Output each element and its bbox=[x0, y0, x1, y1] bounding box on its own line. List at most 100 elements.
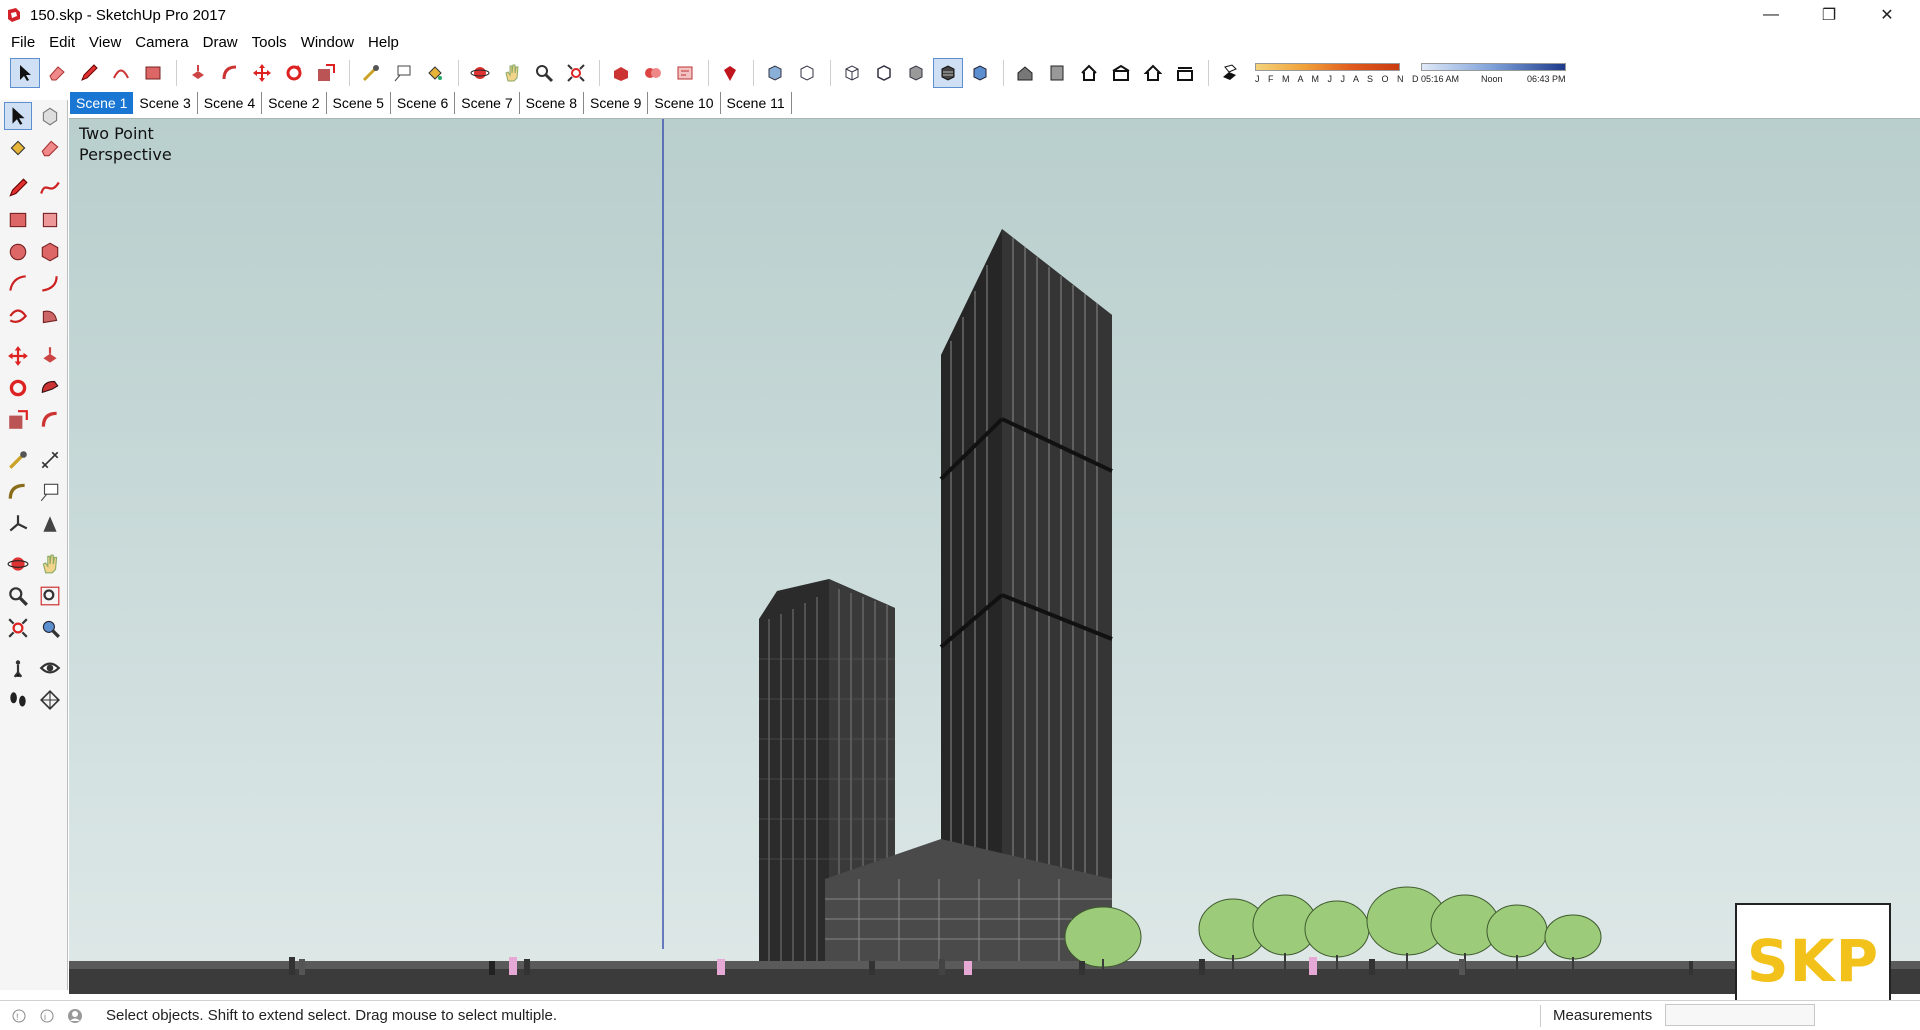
scale-tool-button[interactable] bbox=[4, 406, 32, 434]
arc-tool-button[interactable] bbox=[106, 58, 136, 88]
tab-scene-6[interactable]: Scene 6 bbox=[391, 92, 456, 114]
eraser-tool-button[interactable] bbox=[42, 58, 72, 88]
two-point-arc-button[interactable] bbox=[36, 270, 64, 298]
move-tool-button[interactable] bbox=[4, 342, 32, 370]
top-view-button[interactable] bbox=[1042, 58, 1072, 88]
offset-tool-button[interactable] bbox=[215, 58, 245, 88]
previous-view-button[interactable] bbox=[36, 614, 64, 642]
circle-tool-button[interactable] bbox=[4, 238, 32, 266]
rotate-tool-button[interactable] bbox=[4, 374, 32, 402]
orbit-button[interactable] bbox=[465, 58, 495, 88]
shadow-month-slider[interactable]: J F M A M J J A S O N D bbox=[1255, 58, 1419, 88]
user-account-icon[interactable] bbox=[66, 1007, 84, 1025]
dimension-tool-button[interactable] bbox=[36, 446, 64, 474]
menu-file[interactable]: File bbox=[4, 34, 42, 51]
rotate-tool-button[interactable] bbox=[279, 58, 309, 88]
shadow-time-slider[interactable]: 05:16 AM Noon 06:43 PM bbox=[1421, 58, 1571, 88]
geo-location-icon[interactable]: ! bbox=[10, 1007, 28, 1025]
zoom-button[interactable] bbox=[4, 582, 32, 610]
tab-scene-8[interactable]: Scene 8 bbox=[520, 92, 584, 114]
zoom-button[interactable] bbox=[529, 58, 559, 88]
tab-scene-7[interactable]: Scene 7 bbox=[455, 92, 520, 114]
select-tool-button[interactable] bbox=[10, 58, 40, 88]
tab-scene-3[interactable]: Scene 3 bbox=[133, 92, 198, 114]
scale-tool-button[interactable] bbox=[311, 58, 341, 88]
shaded-style-button[interactable] bbox=[901, 58, 931, 88]
rectangle-tool-button[interactable] bbox=[138, 58, 168, 88]
three-point-arc-button[interactable] bbox=[4, 302, 32, 330]
right-view-button[interactable] bbox=[1106, 58, 1136, 88]
push-pull-button[interactable] bbox=[183, 58, 213, 88]
position-camera-button[interactable] bbox=[4, 654, 32, 682]
close-button[interactable]: ✕ bbox=[1858, 0, 1916, 30]
menu-window[interactable]: Window bbox=[294, 34, 361, 51]
tab-scene-1[interactable]: Scene 1 bbox=[70, 92, 134, 114]
line-tool-button[interactable] bbox=[4, 174, 32, 202]
back-edges-button[interactable] bbox=[792, 58, 822, 88]
move-tool-button[interactable] bbox=[247, 58, 277, 88]
select-tool-button[interactable] bbox=[4, 102, 32, 130]
eraser-tool-button[interactable] bbox=[36, 134, 64, 162]
walk-button[interactable] bbox=[4, 686, 32, 714]
display-shadows-button[interactable] bbox=[1215, 58, 1245, 88]
follow-me-button[interactable] bbox=[36, 374, 64, 402]
minimize-button[interactable]: — bbox=[1742, 0, 1800, 30]
credits-icon[interactable]: i bbox=[38, 1007, 56, 1025]
protractor-button[interactable] bbox=[4, 478, 32, 506]
tab-scene-2[interactable]: Scene 2 bbox=[262, 92, 327, 114]
freehand-tool-button[interactable] bbox=[36, 174, 64, 202]
section-plane-button[interactable] bbox=[36, 686, 64, 714]
zoom-extents-button[interactable] bbox=[4, 614, 32, 642]
time-slider-track[interactable] bbox=[1421, 63, 1566, 71]
month-slider-track[interactable] bbox=[1255, 63, 1400, 71]
tab-scene-9[interactable]: Scene 9 bbox=[584, 92, 649, 114]
tab-scene-10[interactable]: Scene 10 bbox=[648, 92, 721, 114]
tab-scene-5[interactable]: Scene 5 bbox=[327, 92, 391, 114]
extension-warehouse-button[interactable] bbox=[638, 58, 668, 88]
iso-view-button[interactable] bbox=[1010, 58, 1040, 88]
model-render[interactable] bbox=[69, 119, 1920, 994]
look-around-button[interactable] bbox=[36, 654, 64, 682]
line-tool-button[interactable] bbox=[74, 58, 104, 88]
offset-tool-button[interactable] bbox=[36, 406, 64, 434]
text-tool-button[interactable] bbox=[388, 58, 418, 88]
make-component-button[interactable] bbox=[36, 102, 64, 130]
pan-button[interactable] bbox=[497, 58, 527, 88]
send-to-layout-button[interactable] bbox=[670, 58, 700, 88]
warehouse-button[interactable] bbox=[606, 58, 636, 88]
menu-camera[interactable]: Camera bbox=[128, 34, 195, 51]
extension-manager-button[interactable] bbox=[715, 58, 745, 88]
wireframe-style-button[interactable] bbox=[837, 58, 867, 88]
monochrome-style-button[interactable] bbox=[965, 58, 995, 88]
rotated-rectangle-button[interactable] bbox=[36, 206, 64, 234]
paint-bucket-button[interactable] bbox=[4, 134, 32, 162]
measurements-input[interactable] bbox=[1665, 1004, 1815, 1026]
menu-help[interactable]: Help bbox=[361, 34, 406, 51]
axes-tool-button[interactable] bbox=[4, 510, 32, 538]
left-view-button[interactable] bbox=[1170, 58, 1200, 88]
menu-draw[interactable]: Draw bbox=[196, 34, 245, 51]
zoom-extents-button[interactable] bbox=[561, 58, 591, 88]
rectangle-tool-button[interactable] bbox=[4, 206, 32, 234]
polygon-tool-button[interactable] bbox=[36, 238, 64, 266]
model-viewport[interactable]: Two Point Perspective bbox=[69, 118, 1920, 994]
arc-tool-button[interactable] bbox=[4, 270, 32, 298]
shaded-textures-style-button[interactable] bbox=[933, 58, 963, 88]
tape-measure-button[interactable] bbox=[4, 446, 32, 474]
xray-style-button[interactable] bbox=[760, 58, 790, 88]
menu-edit[interactable]: Edit bbox=[42, 34, 82, 51]
hidden-line-style-button[interactable] bbox=[869, 58, 899, 88]
tab-scene-4[interactable]: Scene 4 bbox=[198, 92, 263, 114]
3d-text-button[interactable] bbox=[36, 510, 64, 538]
menu-view[interactable]: View bbox=[82, 34, 128, 51]
menu-tools[interactable]: Tools bbox=[245, 34, 294, 51]
back-view-button[interactable] bbox=[1138, 58, 1168, 88]
tape-measure-button[interactable] bbox=[356, 58, 386, 88]
zoom-window-button[interactable] bbox=[36, 582, 64, 610]
maximize-button[interactable]: ❐ bbox=[1800, 0, 1858, 30]
pan-button[interactable] bbox=[36, 550, 64, 578]
push-pull-button[interactable] bbox=[36, 342, 64, 370]
front-view-button[interactable] bbox=[1074, 58, 1104, 88]
orbit-button[interactable] bbox=[4, 550, 32, 578]
text-tool-button[interactable] bbox=[36, 478, 64, 506]
